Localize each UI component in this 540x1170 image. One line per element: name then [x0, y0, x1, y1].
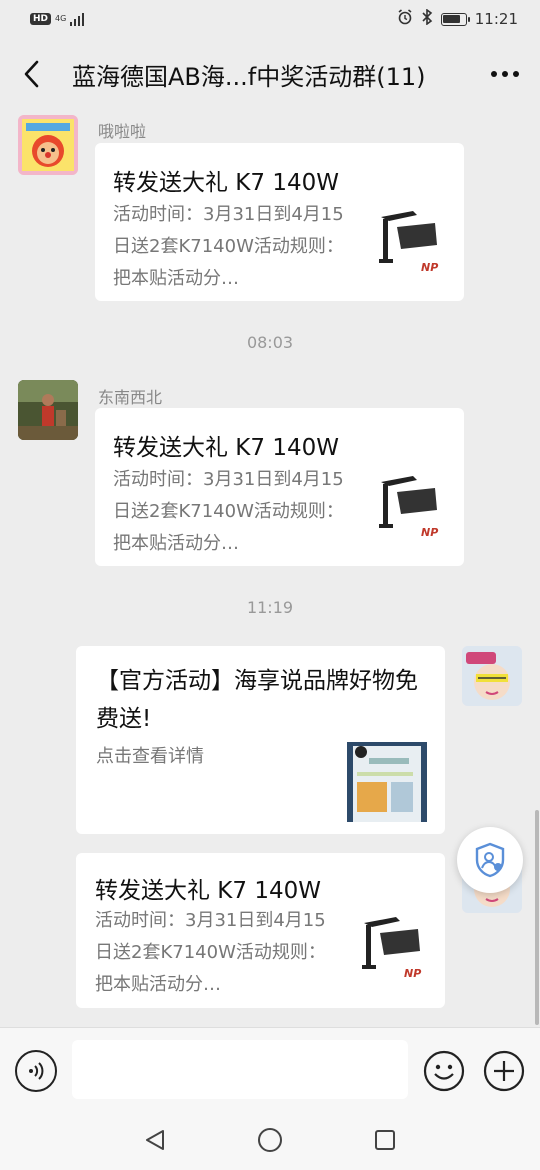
message-card-1[interactable]: 转发送大礼 K7 140W 活动时间：3月31日到4月15日送2套K7140W活…	[95, 143, 464, 301]
card-description: 活动时间：3月31日到4月15日送2套K7140W活动规则：把本贴活动分…	[113, 469, 344, 554]
voice-icon	[29, 1062, 44, 1080]
message-card-4[interactable]: 转发送大礼 K7 140W 活动时间：3月31日到4月15日送2套K7140W活…	[76, 853, 445, 1008]
battery-icon	[440, 12, 470, 26]
hd-badge: HD	[30, 13, 52, 25]
nav-recents-button[interactable]	[370, 1125, 400, 1155]
more-functions-button[interactable]	[483, 1050, 525, 1092]
plus-icon	[483, 1050, 525, 1092]
card-thumbnail: NP	[354, 911, 434, 991]
more-dots-icon	[491, 71, 519, 77]
timestamp: 11:19	[246, 598, 294, 617]
avatar-self[interactable]	[462, 646, 522, 706]
card-description: 点击查看详情	[96, 746, 204, 767]
avatar-sender-1[interactable]	[18, 115, 78, 175]
chevron-left-icon	[24, 60, 39, 88]
sender-name: 哦啦啦	[98, 122, 147, 141]
emoji-button[interactable]	[423, 1050, 465, 1092]
scrollbar[interactable]	[535, 810, 539, 1025]
card-thumbnail: NP	[371, 470, 451, 550]
security-float-button[interactable]	[457, 827, 523, 893]
card-title: 【官方活动】海享说品牌好物免费送!	[96, 668, 418, 732]
nav-back-button[interactable]	[140, 1125, 170, 1155]
message-card-2[interactable]: 转发送大礼 K7 140W 活动时间：3月31日到4月15日送2套K7140W活…	[95, 408, 464, 566]
alarm-icon	[397, 9, 413, 29]
card-title: 转发送大礼 K7 140W	[113, 435, 339, 461]
clock: 11:21	[474, 10, 518, 28]
thumb-brand: NP	[421, 261, 438, 274]
card-description: 活动时间：3月31日到4月15日送2套K7140W活动规则：把本贴活动分…	[95, 910, 326, 995]
message-card-official[interactable]: 【官方活动】海享说品牌好物免费送! 点击查看详情	[76, 646, 445, 834]
shield-icon	[475, 842, 505, 878]
voice-button[interactable]	[15, 1050, 57, 1092]
thumb-brand: NP	[421, 526, 438, 539]
status-bar: HD 4G 11:21	[0, 0, 540, 38]
card-thumbnail: NP	[371, 205, 451, 285]
card-thumbnail	[347, 742, 427, 822]
thumb-brand: NP	[404, 967, 421, 980]
timestamp: 08:03	[246, 333, 294, 352]
triangle-back-icon	[146, 1130, 164, 1150]
back-button[interactable]	[0, 40, 62, 108]
bluetooth-icon	[421, 8, 433, 29]
card-title: 转发送大礼 K7 140W	[95, 878, 321, 904]
signal-icon	[70, 12, 85, 26]
message-input[interactable]	[72, 1040, 408, 1099]
avatar-sender-2[interactable]	[18, 380, 78, 440]
network-type: 4G	[55, 14, 67, 23]
input-bar	[0, 1027, 540, 1110]
smiley-icon	[423, 1050, 465, 1092]
chat-title: 蓝海德国AB海...f中奖活动群(11)	[72, 62, 426, 91]
square-recents-icon	[375, 1130, 395, 1150]
chat-header: 蓝海德国AB海...f中奖活动群(11)	[0, 40, 540, 108]
circle-home-icon	[258, 1128, 282, 1152]
card-title: 转发送大礼 K7 140W	[113, 170, 339, 196]
nav-home-button[interactable]	[255, 1125, 285, 1155]
more-button[interactable]	[470, 40, 540, 108]
sender-name: 东南西北	[98, 388, 163, 407]
card-description: 活动时间：3月31日到4月15日送2套K7140W活动规则：把本贴活动分…	[113, 204, 344, 289]
system-nav-bar	[0, 1110, 540, 1170]
